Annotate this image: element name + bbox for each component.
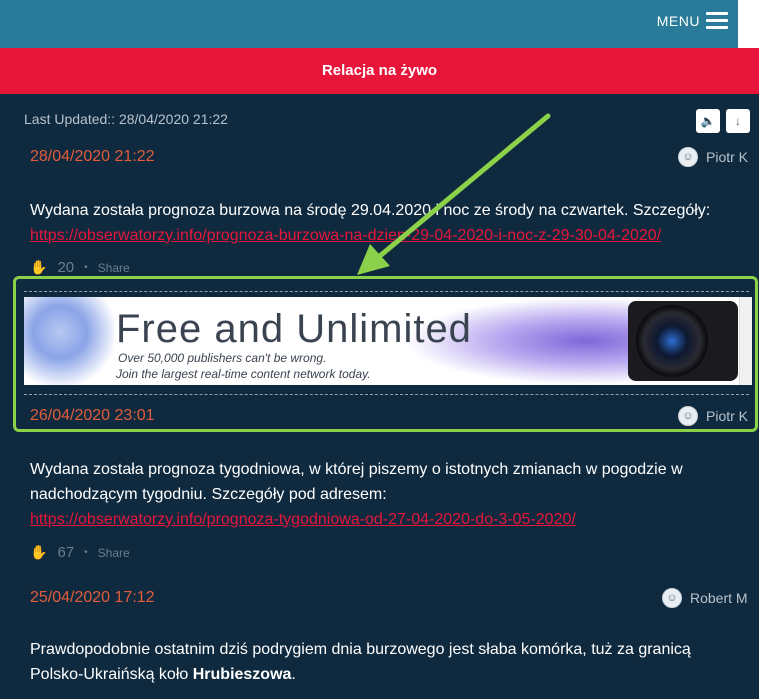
post-author: ☺ Piotr K: [678, 406, 748, 426]
ad-lens-image: [636, 305, 708, 377]
live-report-banner: Relacja na żywo: [0, 48, 759, 110]
advertisement-banner[interactable]: Free and Unlimited Over 50,000 publisher…: [24, 297, 752, 385]
ad-tagline-2: Join the largest real-time content netwo…: [116, 367, 371, 381]
separator-dot: •: [84, 262, 88, 273]
last-updated-text: Last Updated:: 28/04/2020 21:22: [24, 111, 228, 127]
live-report-title: Relacja na żywo: [321, 62, 438, 79]
ad-tagline-1: Over 50,000 publishers can't be wrong.: [118, 351, 327, 365]
ad-divider-bottom: [24, 394, 749, 395]
clap-icon[interactable]: ✋: [30, 544, 47, 561]
menu-button[interactable]: MENU: [657, 12, 728, 29]
share-link[interactable]: Share: [98, 546, 130, 560]
ad-scrollbar[interactable]: [739, 297, 752, 385]
post-text: Prawdopodobnie ostatnim dziś podrygiem d…: [30, 641, 691, 683]
speaker-icon: 🔈: [700, 114, 716, 128]
post-body: Wydana została prognoza burzowa na środę…: [30, 198, 730, 248]
avatar: ☺: [662, 588, 682, 608]
post-text: Wydana została prognoza tygodniowa, w kt…: [30, 461, 683, 503]
post-link[interactable]: https://obserwatorzy.info/prognoza-tygod…: [30, 511, 576, 528]
arrow-down-icon: ↓: [735, 114, 741, 128]
avatar: ☺: [678, 147, 698, 167]
post-text-end: .: [291, 666, 296, 683]
ad-divider-top: [24, 291, 749, 292]
clap-icon[interactable]: ✋: [30, 259, 47, 276]
scroll-down-button[interactable]: ↓: [726, 109, 750, 133]
post-author: ☺ Piotr K: [678, 147, 748, 167]
post-text-bold: Hrubieszowa: [192, 666, 292, 683]
post-meta: ✋ 67 • Share: [30, 544, 130, 561]
author-name: Robert M: [690, 590, 748, 606]
ad-headline: Free and Unlimited: [116, 307, 472, 351]
clap-count: 67: [57, 544, 75, 561]
hamburger-icon: [706, 12, 728, 29]
author-name: Piotr K: [706, 408, 749, 424]
menu-label: MENU: [656, 12, 700, 29]
post-meta: ✋ 20 • Share: [30, 259, 130, 276]
post-link[interactable]: https://obserwatorzy.info/prognoza-burzo…: [30, 227, 661, 244]
post-date: 25/04/2020 17:12: [30, 589, 155, 606]
author-name: Piotr K: [706, 149, 749, 165]
post-date: 26/04/2020 23:01: [30, 407, 155, 424]
ad-figure-illustration: [24, 297, 114, 385]
avatar: ☺: [678, 406, 698, 426]
clap-count: 20: [57, 259, 75, 276]
post-author: ☺ Robert M: [662, 588, 748, 608]
sound-toggle-button[interactable]: 🔈: [696, 109, 720, 133]
separator-dot: •: [84, 547, 88, 558]
top-navigation-bar: MENU: [0, 0, 738, 48]
post-date: 28/04/2020 21:22: [30, 148, 155, 165]
post-body: Prawdopodobnie ostatnim dziś podrygiem d…: [30, 637, 730, 687]
post-text: Wydana została prognoza burzowa na środę…: [30, 202, 711, 219]
post-body: Wydana została prognoza tygodniowa, w kt…: [30, 457, 730, 532]
share-link[interactable]: Share: [98, 261, 130, 275]
live-feed: Last Updated:: 28/04/2020 21:22 🔈 ↓ 28/0…: [0, 94, 759, 699]
